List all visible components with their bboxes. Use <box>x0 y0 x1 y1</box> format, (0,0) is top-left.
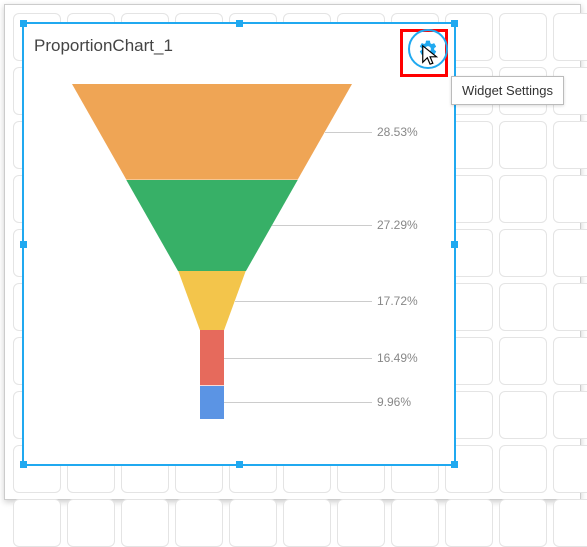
label-leader <box>224 402 372 403</box>
resize-handle-top[interactable] <box>236 20 243 27</box>
proportion-chart-widget[interactable]: ProportionChart_1 28.53%27.29%17.72%16.4… <box>22 22 456 466</box>
funnel-segment <box>72 84 352 180</box>
resize-handle-bottom-right[interactable] <box>451 461 458 468</box>
segment-label: 9.96% <box>377 395 411 409</box>
dashboard-canvas[interactable]: ProportionChart_1 28.53%27.29%17.72%16.4… <box>13 13 572 491</box>
label-leader <box>224 358 372 359</box>
segment-label: 17.72% <box>377 294 418 308</box>
resize-handle-left[interactable] <box>20 241 27 248</box>
resize-handle-right[interactable] <box>451 241 458 248</box>
gear-icon <box>418 39 438 59</box>
segment-label: 27.29% <box>377 218 418 232</box>
funnel-chart: 28.53%27.29%17.72%16.49%9.96% <box>72 84 352 419</box>
widget-settings-button[interactable] <box>408 29 448 69</box>
resize-handle-bottom[interactable] <box>236 461 243 468</box>
label-leader <box>235 301 372 302</box>
segment-label: 28.53% <box>377 125 418 139</box>
label-leader <box>325 132 372 133</box>
resize-handle-bottom-left[interactable] <box>20 461 27 468</box>
widget-settings-tooltip: Widget Settings <box>451 76 564 105</box>
widget-title: ProportionChart_1 <box>34 36 173 56</box>
resize-handle-top-right[interactable] <box>451 20 458 27</box>
app-frame: ProportionChart_1 28.53%27.29%17.72%16.4… <box>4 4 581 500</box>
resize-handle-top-left[interactable] <box>20 20 27 27</box>
label-leader <box>272 225 372 226</box>
segment-label: 16.49% <box>377 351 418 365</box>
